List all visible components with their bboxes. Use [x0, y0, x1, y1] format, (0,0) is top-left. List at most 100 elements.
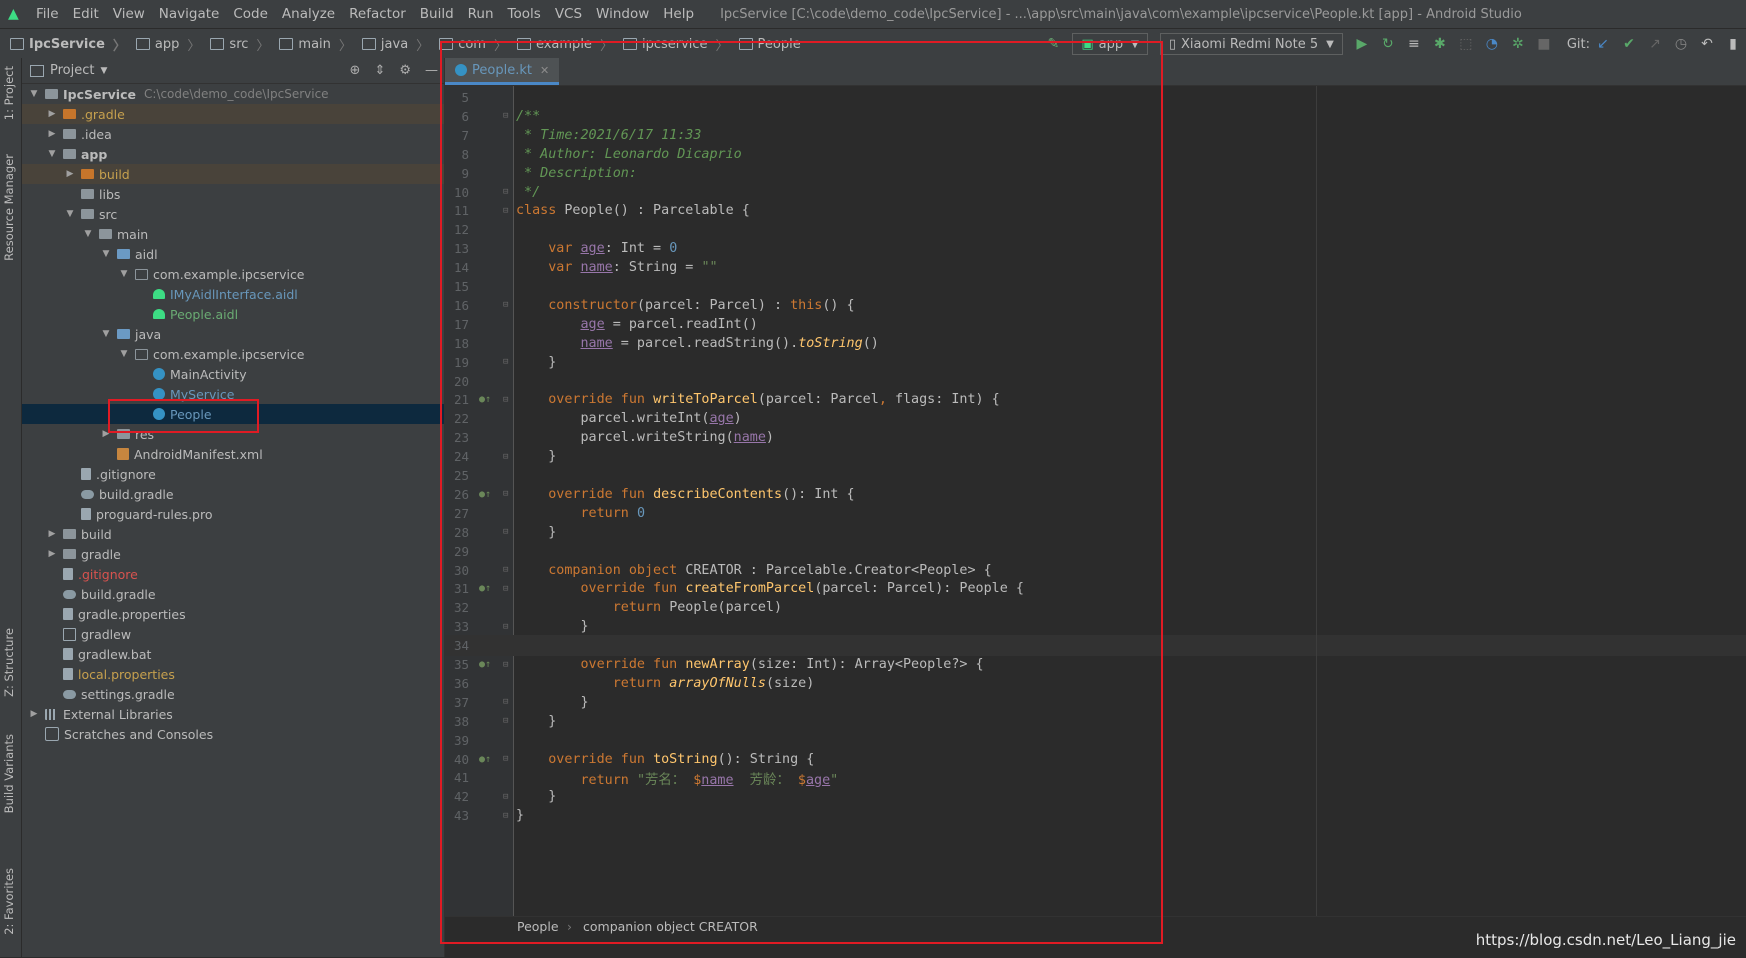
tree-item[interactable]: ▶ build [22, 164, 444, 184]
git-commit-icon[interactable]: ✔ [1619, 34, 1639, 54]
tab-people-kt[interactable]: People.kt ✕ [445, 58, 560, 85]
locate-file-icon[interactable]: ⊕ [350, 63, 361, 78]
fold-marker-icon[interactable]: ⊟ [503, 622, 508, 632]
close-icon[interactable]: ✕ [540, 64, 549, 77]
project-view-select[interactable]: Project [50, 63, 94, 78]
fold-marker-icon[interactable]: ⊟ [503, 206, 508, 216]
code-area[interactable]: 5 6 ⊟/** 7 * Time:2021/6/17 11:33 8 * Author… [445, 86, 1746, 916]
profile-icon[interactable]: ◔ [1482, 34, 1502, 54]
fold-marker-icon[interactable]: ⊟ [503, 792, 508, 802]
apply-code-changes-icon[interactable]: ≡ [1404, 34, 1424, 54]
menu-build[interactable]: Build [420, 6, 454, 22]
expand-arrow-down-icon[interactable]: ▼ [100, 329, 112, 339]
menu-navigate[interactable]: Navigate [159, 6, 220, 22]
tab-structure[interactable]: Z: Structure [2, 628, 16, 697]
tree-item[interactable]: ▶ External Libraries [22, 704, 444, 724]
tree-item[interactable]: People [22, 404, 444, 424]
tree-item[interactable]: build.gradle [22, 484, 444, 504]
expand-arrow-down-icon[interactable]: ▼ [100, 249, 112, 259]
fold-marker-icon[interactable]: ⊟ [503, 395, 508, 405]
tree-item[interactable]: gradlew [22, 624, 444, 644]
tree-item[interactable]: local.properties [22, 664, 444, 684]
menu-run[interactable]: Run [468, 6, 494, 22]
expand-arrow-right-icon[interactable]: ▶ [100, 429, 112, 439]
expand-arrow-right-icon[interactable]: ▶ [46, 529, 58, 539]
fold-marker-icon[interactable]: ⊟ [503, 565, 508, 575]
fold-marker-icon[interactable]: ⊟ [503, 527, 508, 537]
tree-item[interactable]: .gitignore [22, 464, 444, 484]
hammer-icon[interactable]: ✎ [1043, 34, 1063, 54]
tree-item[interactable]: ▶ gradle [22, 544, 444, 564]
expand-arrow-right-icon[interactable]: ▶ [28, 709, 40, 719]
menu-file[interactable]: File [36, 6, 59, 22]
attach-debugger-icon[interactable]: ⬚ [1456, 34, 1476, 54]
menu-code[interactable]: Code [233, 6, 268, 22]
tree-item[interactable]: ▼ java [22, 324, 444, 344]
override-marker-icon[interactable]: ●↑ [479, 659, 491, 670]
fold-marker-icon[interactable]: ⊟ [503, 716, 508, 726]
tree-item[interactable]: ▼ com.example.ipcservice [22, 344, 444, 364]
tree-item[interactable]: AndroidManifest.xml [22, 444, 444, 464]
breadcrumb-companion[interactable]: companion object CREATOR [583, 919, 758, 934]
tree-item[interactable]: ▼ src [22, 204, 444, 224]
history-icon[interactable]: ◷ [1671, 34, 1691, 54]
menu-view[interactable]: View [113, 6, 145, 22]
tree-item[interactable]: ▼ com.example.ipcservice [22, 264, 444, 284]
hide-panel-icon[interactable]: — [425, 63, 438, 78]
breadcrumb-item-java[interactable]: java 〉 [361, 35, 429, 54]
breadcrumb-item-src[interactable]: src 〉 [210, 35, 269, 54]
fold-marker-icon[interactable]: ⊟ [503, 660, 508, 670]
tab-favorites[interactable]: 2: Favorites [2, 868, 16, 935]
device-select[interactable]: ▯ Xiaomi Redmi Note 5 ▼ [1159, 33, 1343, 55]
menu-tools[interactable]: Tools [508, 6, 541, 22]
debug-icon[interactable]: ✱ [1430, 34, 1450, 54]
collapse-all-icon[interactable]: ⇕ [374, 63, 385, 78]
tree-item[interactable]: ▶ res [22, 424, 444, 444]
tree-item[interactable]: ▼ main [22, 224, 444, 244]
tab-resource-manager[interactable]: Resource Manager [2, 154, 16, 261]
tree-item[interactable]: ▶ .idea [22, 124, 444, 144]
breadcrumb-class[interactable]: People [517, 919, 559, 934]
expand-arrow-right-icon[interactable]: ▶ [46, 549, 58, 559]
menu-refactor[interactable]: Refactor [349, 6, 406, 22]
tree-item[interactable]: gradlew.bat [22, 644, 444, 664]
fold-marker-icon[interactable]: ⊟ [503, 811, 508, 821]
tree-item[interactable]: .gitignore [22, 564, 444, 584]
stop-icon[interactable]: ■ [1534, 34, 1554, 54]
breadcrumb-item-ipcservice[interactable]: ipcservice 〉 [622, 35, 729, 54]
fold-marker-icon[interactable]: ⊟ [503, 111, 508, 121]
menu-analyze[interactable]: Analyze [282, 6, 335, 22]
tab-project[interactable]: 1: Project [2, 66, 16, 120]
expand-arrow-down-icon[interactable]: ▼ [28, 89, 40, 99]
fold-marker-icon[interactable]: ⊟ [503, 452, 508, 462]
expand-arrow-down-icon[interactable]: ▼ [118, 349, 130, 359]
gear-icon[interactable]: ⚙ [399, 63, 411, 78]
menu-edit[interactable]: Edit [73, 6, 99, 22]
tree-item[interactable]: libs [22, 184, 444, 204]
rollback-icon[interactable]: ↶ [1697, 34, 1717, 54]
fold-marker-icon[interactable]: ⊟ [503, 187, 508, 197]
tree-item[interactable]: IMyAidlInterface.aidl [22, 284, 444, 304]
breadcrumb-item-main[interactable]: main 〉 [279, 35, 352, 54]
fold-marker-icon[interactable]: ⊟ [503, 584, 508, 594]
override-marker-icon[interactable]: ●↑ [479, 489, 491, 500]
tree-item[interactable]: settings.gradle [22, 684, 444, 704]
fold-marker-icon[interactable]: ⊟ [503, 754, 508, 764]
tree-item[interactable]: ▼ aidl [22, 244, 444, 264]
breadcrumb-item-app[interactable]: app 〉 [135, 35, 200, 54]
tree-item[interactable]: MainActivity [22, 364, 444, 384]
tree-item[interactable]: build.gradle [22, 584, 444, 604]
fold-marker-icon[interactable]: ⊟ [503, 300, 508, 310]
chevron-down-icon[interactable]: ▼ [100, 66, 107, 76]
expand-arrow-down-icon[interactable]: ▼ [82, 229, 94, 239]
tab-build-variants[interactable]: Build Variants [2, 734, 16, 813]
tree-item[interactable]: People.aidl [22, 304, 444, 324]
tree-item[interactable]: ▶ .gradle [22, 104, 444, 124]
run-config-select[interactable]: ▣ app ▼ [1072, 33, 1148, 55]
tree-item[interactable]: ▼ IpcService C:\code\demo_code\IpcService [22, 84, 444, 104]
breadcrumb-item-com[interactable]: com 〉 [439, 35, 507, 54]
tree-item[interactable]: Scratches and Consoles [22, 724, 444, 744]
attach-process-icon[interactable]: ✲ [1508, 34, 1528, 54]
tree-item[interactable]: proguard-rules.pro [22, 504, 444, 524]
run-icon[interactable]: ▶ [1352, 34, 1372, 54]
